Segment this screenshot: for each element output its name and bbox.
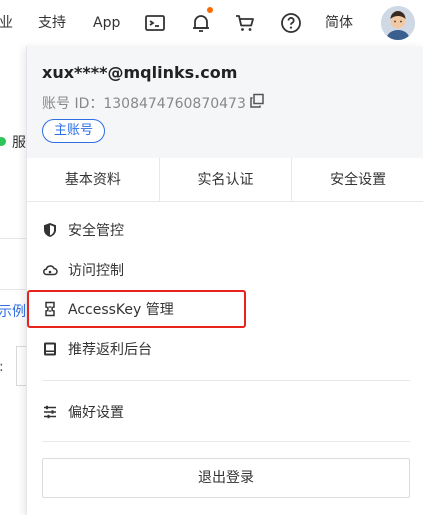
language-switch[interactable]: 简体 (325, 14, 353, 32)
account-dropdown: xux****@mqlinks.com 账号 ID：13084747608704… (26, 46, 423, 515)
nav-item-partial[interactable]: 业 (0, 14, 13, 32)
menu-divider (42, 380, 410, 381)
menu-item-label: 访问控制 (68, 263, 124, 279)
nav-item-support[interactable]: 支持 (38, 14, 66, 32)
shield-icon (44, 223, 56, 237)
bell-icon[interactable] (189, 11, 213, 35)
main-account-badge: 主账号 (42, 119, 106, 143)
service-status-text: 服 (12, 135, 26, 151)
menu-item-referral[interactable]: 推荐返利后台 (42, 337, 152, 361)
account-id: 账号 ID：1308474760870473 (42, 96, 246, 112)
logout-button[interactable]: 退出登录 (42, 458, 410, 498)
menu-item-access-control[interactable]: 访问控制 (42, 258, 124, 282)
menu-item-preferences[interactable]: 偏好设置 (42, 400, 124, 424)
nav-item-app[interactable]: App (93, 14, 120, 32)
tab-real-name-auth[interactable]: 实名认证 (160, 158, 293, 201)
divider (0, 289, 26, 290)
copy-icon[interactable] (249, 93, 265, 109)
highlight-box (27, 290, 246, 328)
status-dot (0, 137, 6, 146)
tab-security-settings[interactable]: 安全设置 (292, 158, 423, 201)
account-email: xux****@mqlinks.com (42, 63, 238, 82)
menu-item-label: 偏好设置 (68, 405, 124, 421)
terminal-icon[interactable] (143, 11, 167, 35)
avatar[interactable] (381, 6, 415, 40)
help-icon[interactable] (279, 11, 303, 35)
menu-divider (42, 441, 410, 442)
tab-basic-info[interactable]: 基本资料 (27, 158, 160, 201)
menu-item-label: 推荐返利后台 (68, 342, 152, 358)
menu-item-label: 安全管控 (68, 223, 124, 239)
account-tabs: 基本资料 实名认证 安全设置 (27, 158, 423, 202)
referral-icon (44, 342, 56, 356)
sliders-icon (44, 405, 56, 419)
account-header: xux****@mqlinks.com 账号 ID：13084747608704… (27, 46, 423, 158)
notification-dot (207, 7, 213, 13)
cart-icon[interactable] (233, 11, 257, 35)
cloud-icon (43, 265, 58, 276)
divider (0, 238, 26, 239)
example-link[interactable]: 示例 (0, 301, 26, 321)
top-nav-bar: 业 支持 App 简体 (0, 0, 423, 46)
field-label: : (0, 359, 4, 375)
menu-item-security-control[interactable]: 安全管控 (42, 218, 124, 242)
